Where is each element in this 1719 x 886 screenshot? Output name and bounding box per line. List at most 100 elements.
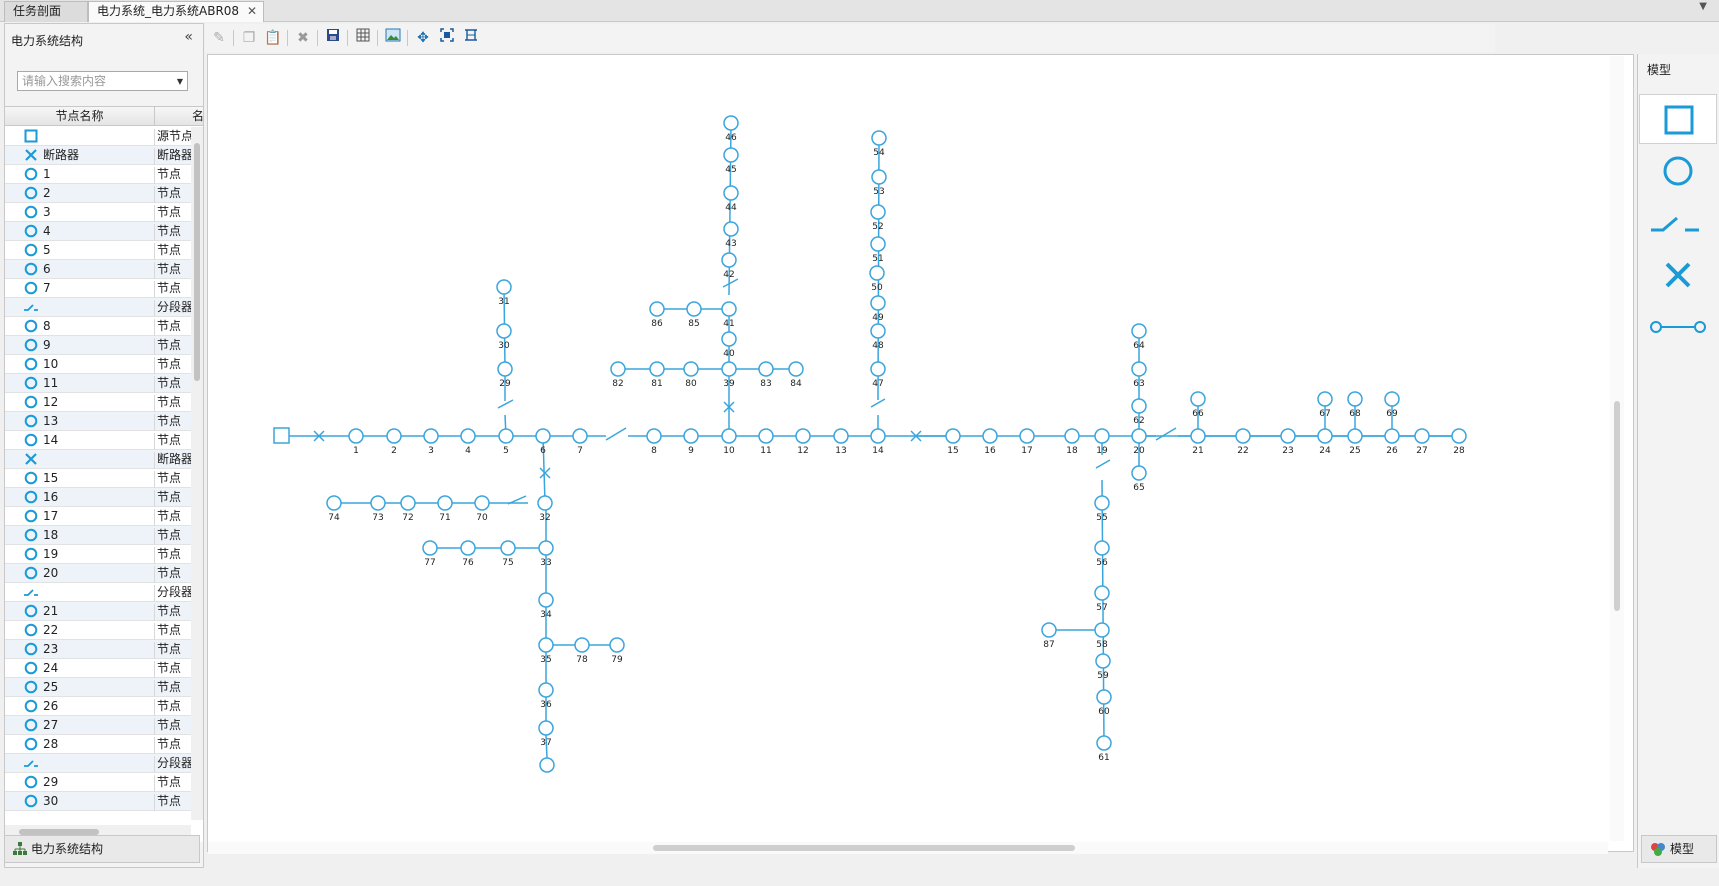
node-20[interactable]: [1131, 428, 1147, 444]
node-10[interactable]: [721, 428, 737, 444]
tab-power-system[interactable]: 电力系统_电力系统ABR08 ✕: [88, 1, 264, 22]
table-row[interactable]: 19 节点: [5, 545, 191, 564]
table-row[interactable]: 13 节点: [5, 412, 191, 431]
node-58[interactable]: [1094, 622, 1110, 638]
paste-icon[interactable]: 📋: [263, 28, 283, 48]
node-9[interactable]: [683, 428, 699, 444]
node-70[interactable]: [474, 495, 490, 511]
dropdown-arrow-icon[interactable]: ▼: [177, 75, 183, 89]
switch-symbol[interactable]: [1095, 459, 1111, 469]
node-59[interactable]: [1095, 653, 1111, 669]
node-57[interactable]: [1094, 585, 1110, 601]
table-row[interactable]: 23 节点: [5, 640, 191, 659]
node-25[interactable]: [1347, 428, 1363, 444]
node-30[interactable]: [496, 323, 512, 339]
table-row[interactable]: 2 节点: [5, 184, 191, 203]
node-39[interactable]: [721, 361, 737, 377]
zoom-fit-icon[interactable]: [437, 28, 457, 48]
col-header-type[interactable]: 名: [156, 107, 203, 125]
structure-panel-tab[interactable]: 电力系统结构: [4, 835, 200, 863]
node-14[interactable]: [870, 428, 886, 444]
line-model-icon[interactable]: [1639, 302, 1717, 352]
diagram-canvas[interactable]: 1 2 3 4 5 6 7 8 9 10 11 12 13 14 15 16 17 18 19 20 21 22 23 24 2…: [207, 54, 1634, 852]
node-55[interactable]: [1094, 495, 1110, 511]
node-53[interactable]: [871, 169, 887, 185]
node-11[interactable]: [758, 428, 774, 444]
node-13[interactable]: [833, 428, 849, 444]
table-row[interactable]: 29 节点: [5, 773, 191, 792]
node-51[interactable]: [870, 236, 886, 252]
node-48[interactable]: [870, 323, 886, 339]
node-69[interactable]: [1384, 391, 1400, 407]
switch-model-icon[interactable]: [1639, 198, 1717, 248]
canvas-vertical-scrollbar[interactable]: [1610, 56, 1624, 841]
scroll-thumb[interactable]: [194, 143, 200, 381]
node-49[interactable]: [870, 295, 886, 311]
node-6[interactable]: [535, 428, 551, 444]
node-83[interactable]: [758, 361, 774, 377]
node-87[interactable]: [1041, 622, 1057, 638]
table-row[interactable]: 18 节点: [5, 526, 191, 545]
node-19[interactable]: [1094, 428, 1110, 444]
node-7[interactable]: [572, 428, 588, 444]
scroll-thumb[interactable]: [1614, 401, 1620, 611]
node-56[interactable]: [1094, 540, 1110, 556]
switch-symbol[interactable]: [497, 399, 514, 409]
table-row[interactable]: 20 节点: [5, 564, 191, 583]
node-74[interactable]: [326, 495, 342, 511]
node-82[interactable]: [610, 361, 626, 377]
chevron-down-icon[interactable]: ▼: [1699, 1, 1707, 12]
node-42[interactable]: [721, 252, 737, 268]
table-row[interactable]: 16 节点: [5, 488, 191, 507]
node-79[interactable]: [609, 637, 625, 653]
model-panel-tab[interactable]: 模型: [1641, 835, 1717, 863]
scroll-thumb[interactable]: [653, 845, 1075, 851]
node-5[interactable]: [498, 428, 514, 444]
table-row[interactable]: 27 节点: [5, 716, 191, 735]
node-86[interactable]: [649, 301, 665, 317]
node-80[interactable]: [683, 361, 699, 377]
table-row[interactable]: 4 节点: [5, 222, 191, 241]
node-61[interactable]: [1096, 735, 1112, 751]
col-header-name[interactable]: 节点名称: [5, 107, 155, 126]
table-row[interactable]: 14 节点: [5, 431, 191, 450]
table-row[interactable]: 22 节点: [5, 621, 191, 640]
node-27[interactable]: [1414, 428, 1430, 444]
table-row[interactable]: 9 节点: [5, 336, 191, 355]
node-62[interactable]: [1131, 398, 1147, 414]
table-row[interactable]: 8 节点: [5, 317, 191, 336]
node-63[interactable]: [1131, 361, 1147, 377]
node-15[interactable]: [945, 428, 961, 444]
node-71[interactable]: [437, 495, 453, 511]
node-31[interactable]: [496, 279, 512, 295]
node-65[interactable]: [1131, 465, 1147, 481]
table-row[interactable]: 分段器: [5, 583, 191, 602]
node-43[interactable]: [723, 221, 739, 237]
node-18[interactable]: [1064, 428, 1080, 444]
node-1[interactable]: [348, 428, 364, 444]
search-input[interactable]: 请输入搜索内容 ▼: [17, 71, 188, 91]
table-row[interactable]: 17 节点: [5, 507, 191, 526]
table-row[interactable]: 断路器 断路器: [5, 146, 191, 165]
table-row[interactable]: 28 节点: [5, 735, 191, 754]
switch-symbol[interactable]: [722, 278, 739, 288]
breaker-model-icon[interactable]: [1639, 250, 1717, 300]
delete-icon[interactable]: ✖: [293, 28, 313, 48]
node-41[interactable]: [721, 301, 737, 317]
node-73[interactable]: [370, 495, 386, 511]
node-67[interactable]: [1317, 391, 1333, 407]
switch-symbol[interactable]: [870, 398, 886, 408]
node-50[interactable]: [869, 265, 885, 281]
table-row[interactable]: 1 节点: [5, 165, 191, 184]
node-28[interactable]: [1451, 428, 1467, 444]
node-47[interactable]: [870, 361, 886, 377]
node-21[interactable]: [1190, 428, 1206, 444]
circle-model-icon[interactable]: [1639, 146, 1717, 196]
switch-symbol[interactable]: [605, 427, 627, 441]
node-34[interactable]: [538, 592, 554, 608]
node[interactable]: [539, 757, 555, 773]
node-40[interactable]: [721, 331, 737, 347]
table-row[interactable]: 24 节点: [5, 659, 191, 678]
table-row[interactable]: 30 节点: [5, 792, 191, 811]
node-46[interactable]: [723, 115, 739, 131]
